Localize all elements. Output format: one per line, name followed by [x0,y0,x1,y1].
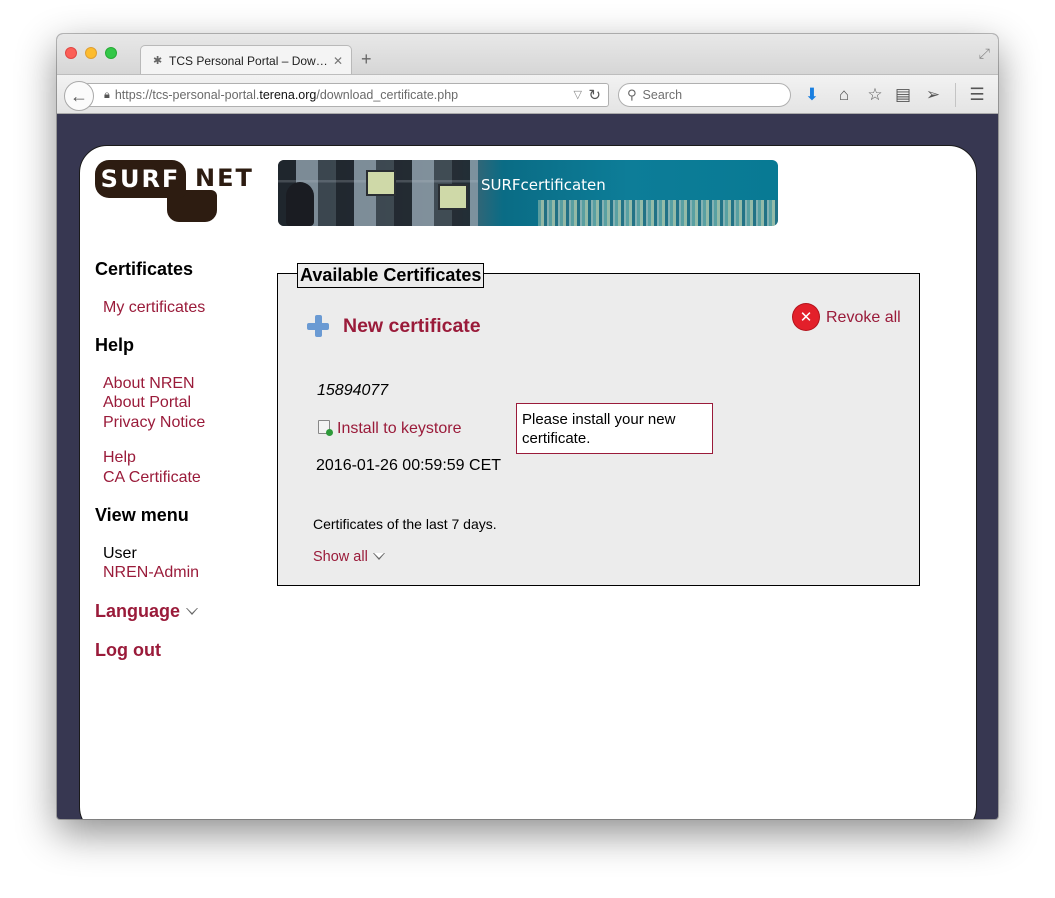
banner-stripes [538,200,778,226]
search-placeholder: Search [642,88,683,102]
reading-list-icon[interactable]: ▤ [893,85,913,105]
download-icon[interactable]: ⬇ [802,85,822,105]
period-note: Certificates of the last 7 days. [313,516,497,532]
lock-icon: 🔒︎ [104,88,110,101]
search-input[interactable]: ⚲ Search [618,83,791,107]
sidebar-item-ca-certificate[interactable]: CA Certificate [103,469,201,487]
sidebar-item-help[interactable]: Help [103,449,136,467]
minimize-window-button[interactable] [85,47,97,59]
sidebar-heading-certificates: Certificates [95,259,194,279]
back-arrow-icon: ← [70,85,88,106]
fullscreen-icon[interactable]: ⤢ [979,45,990,62]
certificate-id: 15894077 [317,382,389,399]
revoke-icon[interactable]: ✕ [793,304,819,330]
browser-window: ✱ TCS Personal Portal – Dow… ✕ + ⤢ ← 🔒︎ … [57,34,998,819]
banner-monitor [366,170,396,196]
install-tooltip: Please install your new certificate. [516,403,713,454]
bookmark-star-icon[interactable]: ☆ [865,85,885,105]
url-history-dropdown-icon[interactable]: ▽ [574,88,582,101]
search-icon: ⚲ [627,87,637,102]
show-all-label: Show all [313,549,368,565]
url-text: https://tcs-personal-portal.terena.org/d… [114,88,459,102]
install-to-keystore-link[interactable]: Install to keystore [337,420,462,438]
sidebar-item-privacy-notice[interactable]: Privacy Notice [103,414,205,432]
close-window-button[interactable] [65,47,77,59]
gear-icon: ✱ [153,55,163,67]
certificate-expiry-date: 2016-01-26 00:59:59 CET [316,457,502,474]
tab-close-icon[interactable]: ✕ [333,54,343,68]
navigation-toolbar: ← 🔒︎ https://tcs-personal-portal.terena.… [57,74,998,114]
sidebar-item-about-portal[interactable]: About Portal [103,394,191,412]
tab-title: TCS Personal Portal – Dow… [169,53,328,68]
banner-monitor [438,184,468,210]
share-icon[interactable]: ➢ [923,85,943,105]
log-out-link[interactable]: Log out [95,640,161,661]
header-banner: SURFcertificaten [278,160,778,226]
menu-icon[interactable]: ☰ [967,85,987,105]
sidebar-item-nren-admin[interactable]: NREN-Admin [103,564,199,582]
zoom-window-button[interactable] [105,47,117,59]
revoke-all-link[interactable]: Revoke all [826,309,901,327]
logo-surf-text: SURF [95,160,186,198]
plus-icon[interactable] [307,315,329,337]
sidebar-item-my-certificates[interactable]: My certificates [103,299,205,317]
available-certificates-panel: Available Certificates New certificate ✕… [277,263,920,586]
sidebar-heading-help: Help [95,335,135,355]
sidebar-item-about-nren[interactable]: About NREN [103,375,195,393]
language-dropdown[interactable]: Language [95,601,199,622]
reload-icon[interactable]: ↻ [588,86,601,104]
install-certificate-icon[interactable] [318,420,333,436]
new-certificate-link[interactable]: New certificate [343,315,481,338]
tab-bar: ✱ TCS Personal Portal – Dow… ✕ + ⤢ [57,34,998,75]
new-tab-icon[interactable]: + [361,49,372,70]
surfnet-logo[interactable]: SURF NET [95,160,252,224]
banner-title: SURFcertificaten [481,176,606,194]
chevron-down-icon [372,552,385,560]
sidebar-item-user: User [103,545,137,562]
chevron-down-icon [186,607,199,615]
home-icon[interactable]: ⌂ [834,85,854,105]
address-bar[interactable]: 🔒︎ https://tcs-personal-portal.terena.or… [85,83,609,107]
banner-person [286,182,314,226]
logo-net-text: NET [195,164,254,192]
page-content: SURF NET SURFcertificaten Certificates M… [79,145,977,819]
back-button[interactable]: ← [64,81,94,111]
toolbar-separator [955,83,956,107]
show-all-link[interactable]: Show all [313,549,385,565]
sidebar-heading-view-menu: View menu [95,505,189,525]
browser-tab[interactable]: ✱ TCS Personal Portal – Dow… ✕ [140,45,352,75]
panel-legend: Available Certificates [297,263,485,288]
language-label: Language [95,601,181,621]
